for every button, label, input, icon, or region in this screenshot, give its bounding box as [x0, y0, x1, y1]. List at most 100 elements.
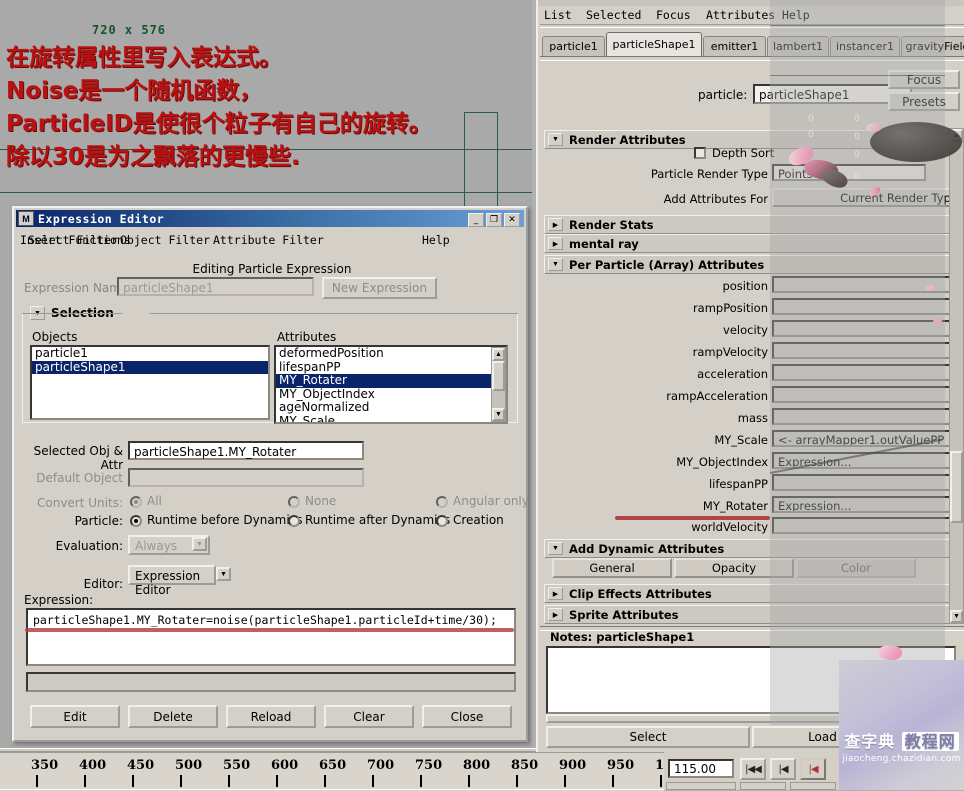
chevron-right-icon[interactable]: ▶ [548, 608, 563, 621]
menu-help[interactable]: Help [782, 8, 810, 22]
menu-focus[interactable]: Focus [656, 8, 691, 22]
attribute-editor-tabstrip[interactable]: particle1 particleShape1 emitter1 lamber… [542, 30, 964, 56]
tab-instancer1[interactable]: instancer1 [830, 36, 900, 56]
presets-button[interactable]: Presets [888, 92, 960, 111]
chevron-down-icon[interactable]: ▼ [548, 258, 563, 271]
expression-editor-menubar[interactable]: Select Filter Object Filter Attribute Fi… [20, 232, 524, 250]
edit-button[interactable]: Edit [30, 705, 120, 728]
default-object-field[interactable] [128, 468, 364, 487]
reload-button[interactable]: Reload [226, 705, 316, 728]
timeline-track[interactable]: 0 350 400 450 500 550 600 650 700 750 80… [0, 751, 664, 790]
chevron-down-icon[interactable]: ▼ [192, 537, 207, 551]
pp-field-mass[interactable] [772, 408, 964, 425]
pp-field-lifespanPP[interactable] [772, 474, 964, 491]
step-back-key-icon[interactable]: |◀ [770, 758, 796, 780]
attributes-list-scrollbar[interactable]: ▲ ▼ [491, 347, 506, 422]
current-time-field[interactable]: 115.00 [668, 759, 734, 778]
menu-selected[interactable]: Selected [586, 8, 641, 22]
attribute-editor-scrollbar[interactable]: ▲ ▼ [949, 128, 964, 624]
convert-units-angular-radio[interactable] [436, 496, 448, 508]
maximize-icon[interactable]: ❐ [486, 213, 502, 227]
playback-transport[interactable]: 115.00 |◀◀ |◀ |◀ [664, 755, 839, 785]
clear-button[interactable]: Clear [324, 705, 414, 728]
pp-field-acceleration[interactable] [772, 364, 964, 381]
opacity-attribute-button[interactable]: Opacity [674, 558, 794, 578]
scroll-up-icon[interactable]: ▲ [950, 129, 963, 142]
scroll-down-icon[interactable]: ▼ [492, 408, 505, 421]
close-icon[interactable]: ✕ [504, 213, 520, 227]
window-controls[interactable]: _ ❐ ✕ [466, 213, 520, 227]
attribute-item-MY_Rotater[interactable]: MY_Rotater [276, 373, 506, 388]
transport-slot-1[interactable] [666, 782, 736, 790]
tab-gravityField1[interactable]: gravityField1 [901, 36, 964, 56]
tab-particle1[interactable]: particle1 [542, 36, 605, 56]
pp-field-MY_ObjectIndex[interactable]: Expression... [772, 452, 964, 469]
expression-textarea[interactable]: particleShape1.MY_Rotater=noise(particle… [26, 608, 516, 666]
attribute-item-MY_Scale[interactable]: MY_Scale [276, 414, 506, 422]
new-expression-button[interactable]: New Expression [322, 277, 437, 299]
transport-slot-2[interactable] [740, 782, 786, 790]
pp-field-rampVelocity[interactable] [772, 342, 964, 359]
tab-lambert1[interactable]: lambert1 [767, 36, 829, 56]
focus-button[interactable]: Focus [888, 70, 960, 89]
tab-emitter1[interactable]: emitter1 [703, 36, 766, 56]
section-sprite-attributes[interactable]: ▶ Sprite Attributes [544, 605, 956, 624]
depth-sort-checkbox[interactable] [694, 147, 706, 159]
menu-attribute-filter[interactable]: Attribute Filter [213, 233, 324, 247]
chevron-right-icon[interactable]: ▶ [548, 237, 563, 250]
chevron-right-icon[interactable]: ▶ [548, 218, 563, 231]
color-attribute-button[interactable]: Color [796, 558, 916, 578]
section-add-dynamic-attributes[interactable]: ▼ Add Dynamic Attributes [544, 539, 956, 558]
section-per-particle-attributes[interactable]: ▼ Per Particle (Array) Attributes [544, 255, 956, 274]
tab-particleShape1[interactable]: particleShape1 [606, 32, 702, 56]
general-attribute-button[interactable]: General [552, 558, 672, 578]
scroll-up-icon[interactable]: ▲ [492, 348, 505, 361]
objects-listbox[interactable]: particle1 particleShape1 [30, 345, 270, 420]
attribute-item-MY_ObjectIndex[interactable]: MY_ObjectIndex [276, 387, 506, 402]
expression-name-field[interactable]: particleShape1 [117, 277, 314, 296]
pp-field-MY_Scale[interactable]: <- arrayMapper1.outValuePP [772, 430, 964, 447]
go-to-previous-key-icon[interactable]: |◀ [800, 758, 826, 780]
pp-field-MY_Rotater[interactable]: Expression... [772, 496, 964, 513]
attribute-editor-menubar[interactable]: List Selected Focus Attributes Help [538, 6, 964, 24]
current-render-type-button[interactable]: Current Render Type [772, 188, 964, 207]
minimize-icon[interactable]: _ [468, 213, 484, 227]
menu-help[interactable]: Help [422, 233, 450, 247]
chevron-down-icon[interactable]: ▼ [548, 542, 563, 555]
time-slider[interactable]: 0 350 400 450 500 550 600 650 700 750 80… [0, 748, 664, 791]
attribute-item-deformedPosition[interactable]: deformedPosition [276, 347, 506, 361]
chevron-down-icon[interactable]: ▼ [216, 567, 231, 581]
scrollbar-thumb[interactable] [492, 361, 505, 391]
editor-combo[interactable]: Expression Editor [128, 565, 216, 597]
object-item-particleShape1[interactable]: particleShape1 [32, 360, 268, 374]
section-clip-effects-attributes[interactable]: ▶ Clip Effects Attributes [544, 584, 956, 603]
attribute-editor-panel[interactable]: List Selected Focus Attributes Help part… [536, 0, 964, 752]
section-mental-ray[interactable]: ▶ mental ray [544, 234, 956, 253]
particle-creation-radio[interactable] [436, 515, 448, 527]
menu-object-filter[interactable]: Object Filter [120, 233, 210, 247]
chevron-right-icon[interactable]: ▶ [548, 587, 563, 600]
pp-field-position[interactable] [772, 276, 964, 293]
close-button[interactable]: Close [422, 705, 512, 728]
particle-render-type-field[interactable]: Points [772, 164, 926, 181]
menu-insert-functions[interactable]: Insert Functions [20, 233, 131, 247]
selected-obj-attr-field[interactable]: particleShape1.MY_Rotater [128, 441, 364, 460]
transport-slot-3[interactable] [790, 782, 836, 790]
pp-field-worldVelocity[interactable] [772, 517, 964, 534]
menu-attributes[interactable]: Attributes [706, 8, 775, 22]
scrollbar-thumb[interactable] [950, 451, 963, 523]
pp-field-rampPosition[interactable] [772, 298, 964, 315]
section-render-stats[interactable]: ▶ Render Stats [544, 215, 956, 234]
chevron-down-icon[interactable]: ▼ [548, 133, 563, 146]
attribute-item-lifespanPP[interactable]: lifespanPP [276, 360, 506, 375]
expression-editor-titlebar[interactable]: M Expression Editor _ ❐ ✕ [16, 210, 524, 227]
rewind-to-start-icon[interactable]: |◀◀ [740, 758, 766, 780]
menu-list[interactable]: List [544, 8, 572, 22]
attributes-listbox[interactable]: deformedPosition lifespanPP MY_Rotater M… [274, 345, 508, 424]
particle-runtime-after-radio[interactable] [288, 515, 300, 527]
convert-units-all-radio[interactable] [130, 496, 142, 508]
scroll-down-icon[interactable]: ▼ [950, 610, 963, 623]
pp-field-rampAcceleration[interactable] [772, 386, 964, 403]
attribute-item-ageNormalized[interactable]: ageNormalized [276, 400, 506, 415]
object-item-particle1[interactable]: particle1 [32, 347, 268, 361]
